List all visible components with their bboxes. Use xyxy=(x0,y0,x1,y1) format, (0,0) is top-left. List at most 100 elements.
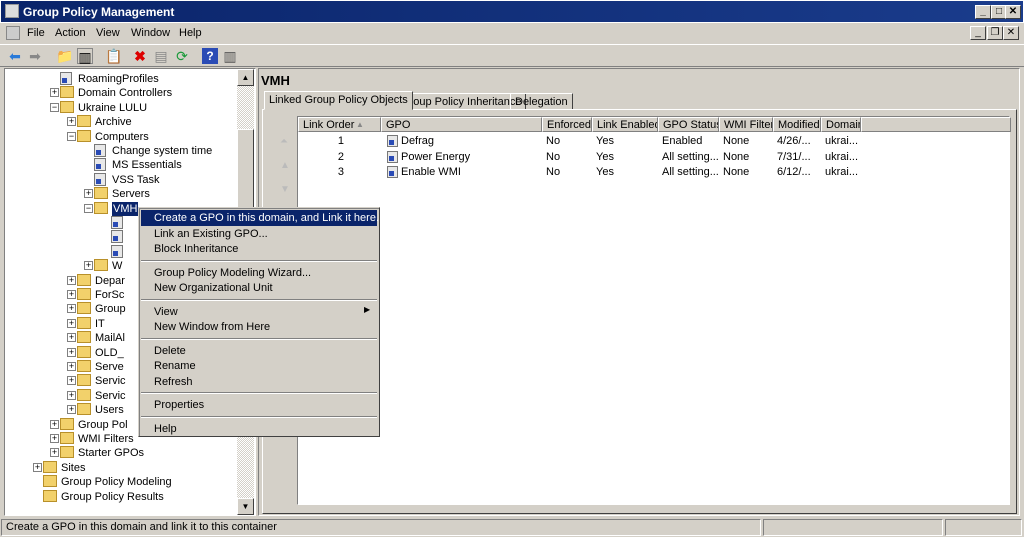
scroll-down-button[interactable]: ▼ xyxy=(237,498,254,515)
folder-icon xyxy=(94,201,108,214)
context-menu-item[interactable]: Properties xyxy=(141,397,377,413)
tab-delegation[interactable]: Delegation xyxy=(510,93,573,110)
tree-item[interactable]: RoamingProfiles xyxy=(5,72,237,86)
tree-item[interactable]: MS Essentials xyxy=(5,158,237,172)
tree-item[interactable]: + Sites xyxy=(5,460,237,475)
tree-item[interactable]: + Archive xyxy=(5,115,237,129)
tree-item[interactable]: VSS Task xyxy=(5,172,237,187)
menu-separator xyxy=(141,259,377,262)
expand-icon[interactable]: + xyxy=(67,362,76,371)
column-header[interactable]: GPO Status xyxy=(658,117,719,132)
action-pane-icon[interactable]: ▥ xyxy=(222,48,238,64)
column-header[interactable]: GPO xyxy=(381,117,542,132)
expand-icon[interactable]: + xyxy=(67,376,76,386)
expand-icon[interactable]: + xyxy=(67,275,76,285)
scroll-thumb[interactable] xyxy=(237,129,254,209)
gpo-icon xyxy=(387,135,398,147)
show-hide-tree-icon[interactable]: ▥ xyxy=(77,48,93,65)
column-header[interactable]: Domain xyxy=(821,117,861,132)
context-menu-item[interactable]: Block Inheritance xyxy=(141,241,377,257)
scroll-up-button[interactable]: ▲ xyxy=(237,69,254,86)
menu-help[interactable]: Help xyxy=(179,27,202,39)
menu-window[interactable]: Window xyxy=(131,27,170,39)
move-top-icon[interactable]: ⏶ xyxy=(280,136,288,147)
column-header[interactable]: Modified xyxy=(773,117,821,132)
expand-icon[interactable]: + xyxy=(67,390,76,400)
context-menu-item[interactable]: Rename xyxy=(141,358,377,374)
expand-icon[interactable]: + xyxy=(67,318,76,328)
collapse-icon[interactable]: − xyxy=(67,131,76,141)
cell: No xyxy=(546,166,561,178)
table-row[interactable]: 1 Defrag No Yes Enabled None 4/26/... ukrai... xyxy=(298,134,1011,149)
collapse-icon[interactable]: − xyxy=(84,203,93,213)
refresh-icon[interactable]: ⟳ xyxy=(174,48,190,64)
expand-icon[interactable]: + xyxy=(67,333,76,343)
tree-item[interactable]: + Servers xyxy=(5,187,237,201)
minimize-button[interactable]: _ xyxy=(975,5,991,19)
folder-icon xyxy=(60,86,74,99)
tree-item[interactable]: Group Policy Modeling xyxy=(5,475,237,489)
child-minimize-button[interactable]: _ xyxy=(970,26,986,40)
table-row[interactable]: 2 Power Energy No Yes All setting... None 7/31… xyxy=(298,150,1011,165)
cell: No xyxy=(546,150,561,163)
context-menu-item[interactable]: Refresh xyxy=(141,374,377,390)
expand-icon[interactable]: + xyxy=(67,405,76,415)
properties-icon[interactable]: 📋 xyxy=(105,48,122,64)
expand-icon[interactable]: + xyxy=(67,347,76,357)
gpo-link-icon xyxy=(94,172,106,186)
move-up-icon[interactable]: ▲ xyxy=(280,160,290,171)
context-menu-item[interactable]: Create a GPO in this domain, and Link it… xyxy=(141,210,385,226)
tree-item-label: Change system time xyxy=(112,145,213,157)
forward-icon[interactable]: ➡ xyxy=(27,48,43,64)
menu-view[interactable]: View xyxy=(96,27,120,39)
context-menu-item[interactable]: Group Policy Modeling Wizard... xyxy=(141,265,377,281)
column-header[interactable]: Enforced xyxy=(542,117,592,132)
expand-icon[interactable]: + xyxy=(67,117,76,127)
export-icon[interactable]: ▤ xyxy=(153,48,169,64)
tree-item-label: Servers xyxy=(112,188,150,201)
expand-icon[interactable]: + xyxy=(67,290,76,299)
menu-file[interactable]: File xyxy=(27,27,45,39)
expand-icon[interactable]: + xyxy=(50,434,59,443)
context-menu-item[interactable]: View xyxy=(141,304,377,320)
context-menu-item[interactable]: Link an Existing GPO... xyxy=(141,226,377,242)
table-row[interactable]: 3 Enable WMI No Yes All setting... None 6/12/.… xyxy=(298,165,1011,180)
help-icon[interactable]: ? xyxy=(202,48,218,64)
context-menu-item[interactable]: New Organizational Unit xyxy=(141,280,377,296)
tree-item[interactable]: + Starter GPOs xyxy=(5,446,237,460)
close-button[interactable]: ✕ xyxy=(1005,5,1021,19)
tree-item[interactable]: − Computers xyxy=(5,129,237,144)
column-header[interactable]: Link Order xyxy=(298,117,381,132)
delete-icon[interactable]: ✖ xyxy=(132,48,148,64)
collapse-icon[interactable]: − xyxy=(50,102,59,112)
child-close-button[interactable]: ✕ xyxy=(1003,26,1019,40)
column-header[interactable]: Link Enabled xyxy=(592,117,658,132)
child-restore-button[interactable]: ❐ xyxy=(987,26,1003,40)
expand-icon[interactable]: + xyxy=(67,304,76,314)
tree-item[interactable]: Change system time xyxy=(5,144,237,158)
column-header[interactable]: WMI Filter xyxy=(719,117,773,132)
tree-item-label: Starter GPOs xyxy=(78,447,145,460)
back-icon[interactable]: ⬅ xyxy=(7,48,23,64)
tree-item[interactable]: Group Policy Results xyxy=(5,489,237,504)
tab-linked-gpos[interactable]: Linked Group Policy Objects xyxy=(264,91,413,110)
menu-action[interactable]: Action xyxy=(55,27,86,39)
expand-icon[interactable]: + xyxy=(50,88,59,98)
move-down-icon[interactable]: ▼ xyxy=(280,184,290,195)
context-menu-item[interactable]: New Window from Here xyxy=(141,319,377,335)
expand-icon[interactable]: + xyxy=(33,462,42,472)
tree-item-label: Group xyxy=(95,303,126,316)
tree-item-label: Serve xyxy=(95,361,124,373)
tree-item-label: Group Policy Results xyxy=(61,490,164,503)
context-menu-item[interactable]: Help xyxy=(141,421,377,437)
context-menu-item[interactable]: Delete xyxy=(141,343,377,359)
container-heading: VMH xyxy=(261,73,290,88)
tab-gp-inheritance[interactable]: Group Policy Inheritance xyxy=(396,93,527,110)
expand-icon[interactable]: + xyxy=(50,448,59,458)
tree-item[interactable]: + Domain Controllers xyxy=(5,86,237,100)
expand-icon[interactable]: + xyxy=(50,419,59,429)
tree-item[interactable]: − Ukraine LULU xyxy=(5,100,237,115)
up-folder-icon[interactable]: 📁 xyxy=(56,48,73,64)
expand-icon[interactable]: + xyxy=(84,189,93,199)
expand-icon[interactable]: + xyxy=(84,261,93,271)
